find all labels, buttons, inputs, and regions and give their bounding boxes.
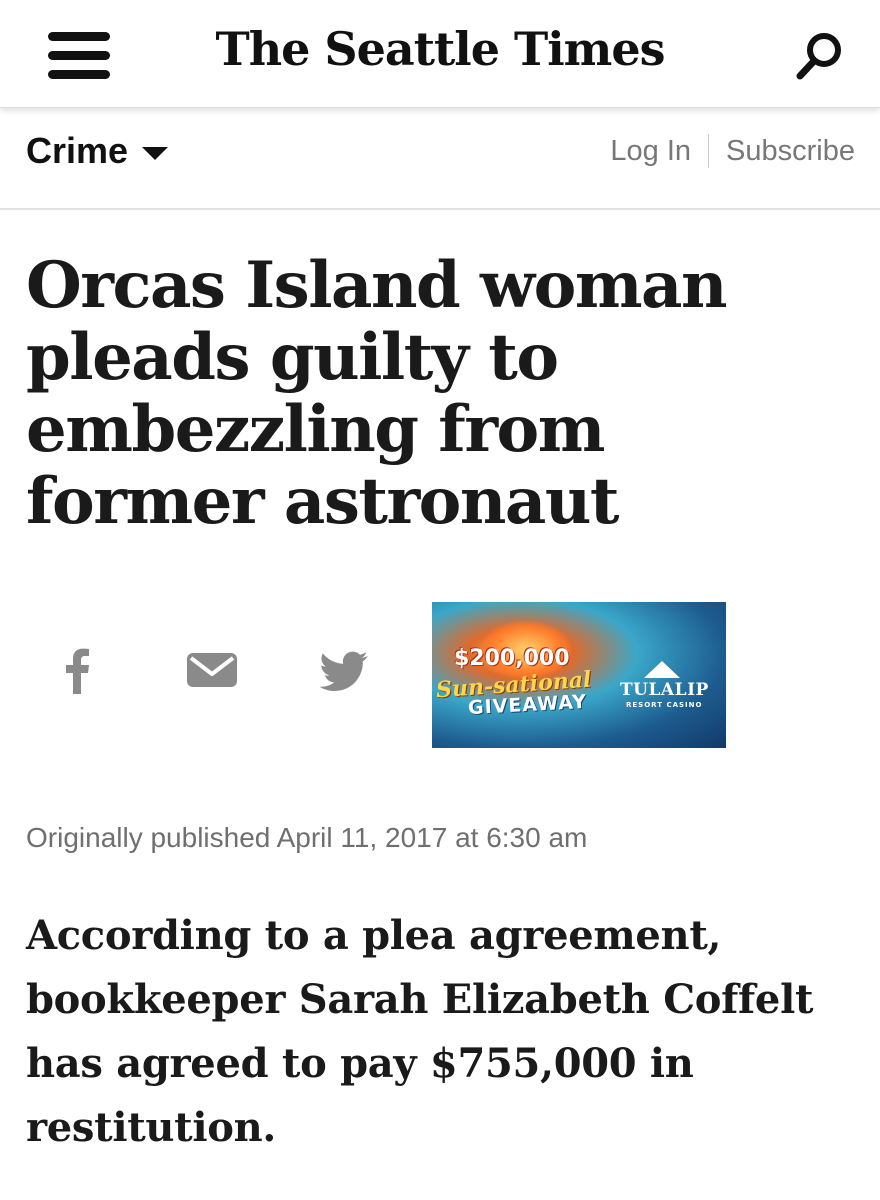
link-divider — [708, 134, 710, 168]
twitter-icon[interactable] — [314, 640, 374, 700]
top-bar: The Seattle Times — [0, 0, 880, 108]
menu-bar-top — [48, 32, 110, 41]
search-icon[interactable] — [792, 28, 848, 84]
article-summary: According to a plea agreement, bookkeepe… — [26, 912, 814, 1151]
ad-brand-subtitle: RESORT CASINO — [626, 701, 703, 709]
hamburger-menu-icon[interactable] — [48, 32, 112, 80]
publish-date: Originally published April 11, 2017 at 6… — [26, 822, 588, 853]
chevron-down-icon — [142, 146, 169, 160]
twitter-icon-graphic — [319, 651, 368, 691]
section-label: Crime — [26, 130, 129, 171]
section-dropdown[interactable]: Crime — [26, 130, 169, 172]
facebook-icon[interactable] — [48, 640, 108, 700]
casino-logo-icon — [644, 661, 680, 678]
login-link[interactable]: Log In — [610, 135, 691, 168]
menu-bar-bottom — [48, 70, 110, 79]
search-icon-graphic — [796, 33, 841, 80]
advertisement-banner[interactable]: $200,000 Sun-sational GIVEAWAY TULALIP R… — [432, 602, 726, 748]
account-links: Log In Subscribe — [610, 134, 855, 168]
section-nav: Crime Log In Subscribe — [0, 108, 880, 210]
email-icon-graphic — [187, 653, 237, 687]
facebook-icon-graphic — [66, 648, 89, 694]
ad-brand: TULALIP — [620, 680, 709, 700]
masthead-logo: The Seattle Times — [0, 22, 880, 76]
masthead-text[interactable]: The Seattle Times — [215, 22, 665, 76]
article-headline: Orcas Island woman pleads guilty to embe… — [26, 248, 728, 539]
menu-bar-middle — [48, 51, 110, 60]
email-icon[interactable] — [182, 640, 242, 700]
ad-amount: $200,000 — [454, 646, 570, 671]
subscribe-link[interactable]: Subscribe — [726, 135, 855, 168]
